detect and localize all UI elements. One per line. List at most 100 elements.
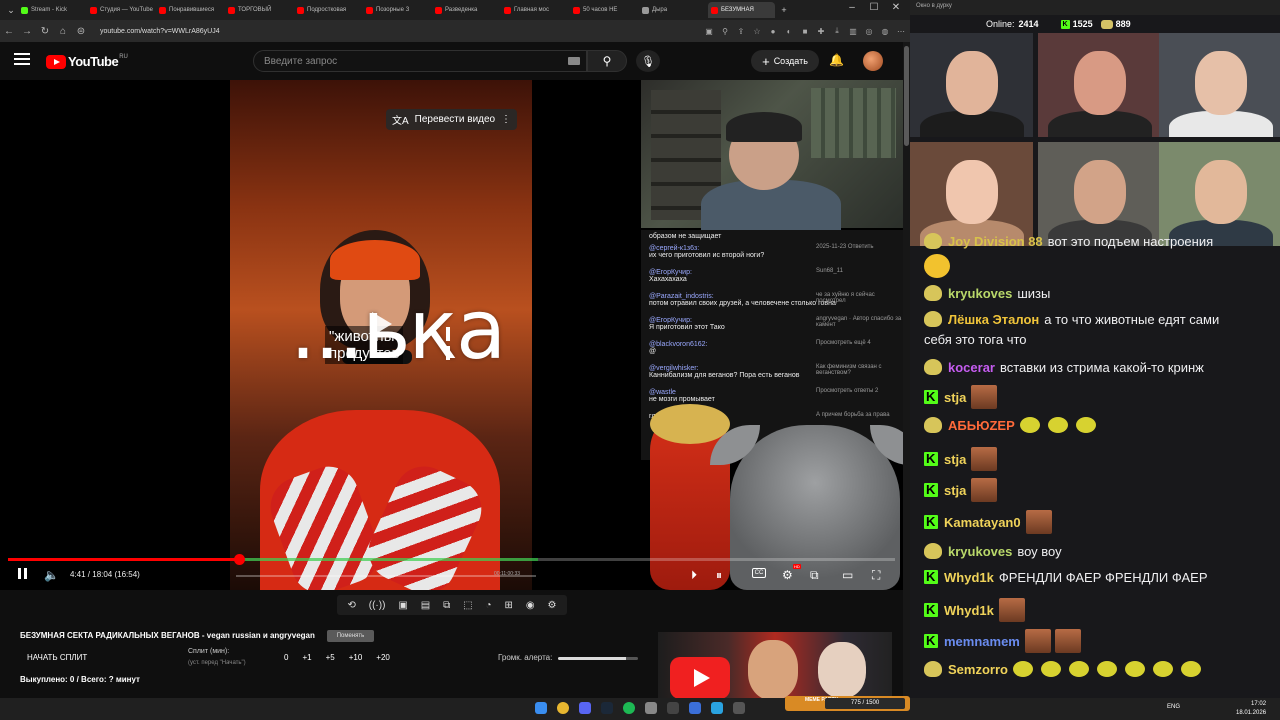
comment-item[interactable]: @blackvoron6162: @ Просмотреть ещё 4 — [641, 338, 903, 362]
chat-message[interactable]: Joy Division 88 вот это подъем настроения — [924, 232, 1213, 252]
clock[interactable]: 17:02 18.01.2026 — [1236, 700, 1266, 718]
home-icon[interactable]: ⌂ — [54, 22, 72, 40]
comment-reply[interactable]: Просмотреть ещё 4 — [816, 340, 903, 346]
browser-tab[interactable]: Подростковая — [294, 2, 361, 18]
chat-username[interactable]: stja — [944, 390, 966, 405]
comment-reply[interactable]: Sun68_11 — [816, 268, 903, 274]
spotify-icon[interactable] — [623, 702, 635, 714]
split-value-plus20[interactable]: +20 — [376, 653, 390, 662]
chat-message[interactable]: stja — [924, 385, 1001, 409]
sidebar-icon[interactable]: ▥ — [846, 24, 860, 38]
close-icon[interactable]: ✕ — [886, 2, 906, 13]
chat-username[interactable]: kocerar — [948, 360, 995, 375]
app-icon[interactable] — [689, 702, 701, 714]
chat-message[interactable]: stja — [924, 447, 1001, 471]
hamburger-menu-icon[interactable] — [14, 53, 30, 67]
search-input[interactable]: Введите запрос — [253, 50, 587, 72]
more-options-icon[interactable]: ⋮ — [501, 114, 511, 125]
comment-item[interactable]: образом не защищает — [641, 230, 903, 242]
forward-icon[interactable]: → — [18, 22, 36, 40]
puzzle-icon[interactable]: ✚ — [814, 24, 828, 38]
chat-username[interactable]: Joy Division 88 — [948, 234, 1043, 249]
chat-username[interactable]: АБЬЮZEP — [948, 418, 1015, 433]
comment-reply[interactable]: Просмотреть ответы 2 — [816, 388, 903, 394]
keyboard-icon[interactable] — [568, 57, 580, 65]
discord-icon[interactable] — [579, 702, 591, 714]
tab-search-icon[interactable]: ⌄ — [4, 3, 18, 17]
pause-button[interactable] — [18, 568, 30, 582]
volume-icon[interactable]: 🔈 — [44, 568, 59, 582]
split-value-plus10[interactable]: +10 — [349, 653, 363, 662]
split-value-plus5[interactable]: +5 — [326, 653, 335, 662]
browser-tab[interactable]: Студия — YouTube — [87, 2, 154, 18]
mini-seek-bar[interactable] — [236, 575, 536, 577]
browser-tab[interactable]: ТОРГОВЫЙ — [225, 2, 292, 18]
reload-icon[interactable]: ↻ — [36, 22, 54, 40]
chat-message[interactable]: memnamem — [924, 629, 1085, 653]
voice-search-button[interactable]: 🎙 — [636, 50, 660, 72]
pip-icon[interactable]: ⧉ — [443, 600, 450, 611]
notifications-bell-icon[interactable]: 🔔 — [829, 53, 844, 67]
extension-icon[interactable]: ◐ — [782, 24, 796, 38]
comment-item[interactable]: @ЕгорКучир: Хахахахаха Sun68_11 — [641, 266, 903, 290]
comment-item[interactable]: @сергей-к1з6з: их чего приготовил ис втор… — [641, 242, 903, 266]
chat-username[interactable]: kryukoves — [948, 544, 1012, 559]
comment-item[interactable]: @Parazait_indostris: потом отравил своих … — [641, 290, 903, 314]
center-pause-icon[interactable] — [446, 327, 458, 360]
audio-icon[interactable]: ((·)) — [369, 600, 386, 611]
youtube-logo[interactable]: YouTube RU — [46, 54, 128, 69]
theater-mode-icon[interactable]: ▭ — [842, 568, 853, 582]
minimize-icon[interactable]: – — [842, 2, 862, 13]
steam-icon[interactable] — [601, 702, 613, 714]
site-info-icon[interactable]: ⊜ — [72, 22, 90, 40]
video-player[interactable]: 文A Перевести видео ⋮ "животны продуктов … — [0, 80, 903, 590]
download-icon[interactable]: ⤓ — [830, 24, 844, 38]
chat-username[interactable]: Whyd1k — [944, 603, 994, 618]
progress-bar[interactable] — [8, 554, 895, 565]
chat-message[interactable]: себя это тога что — [924, 330, 1027, 350]
chat-username[interactable]: memnamem — [944, 634, 1020, 649]
center-play-icon[interactable] — [372, 312, 392, 336]
add-frame-icon[interactable]: ⊞ — [505, 600, 513, 611]
app-icon[interactable] — [667, 702, 679, 714]
chat-username[interactable]: Whyd1k — [944, 570, 994, 585]
chat-message[interactable]: kryukoves шизы — [924, 284, 1050, 304]
extension-icon[interactable]: ■ — [798, 24, 812, 38]
browser-tab[interactable]: Понравившиеся — [156, 2, 223, 18]
maximize-icon[interactable]: ☐ — [864, 2, 884, 13]
comment-reply[interactable]: angryvegan · Автор спасибо за камент — [816, 316, 903, 328]
profile-icon[interactable]: ◍ — [878, 24, 892, 38]
chat-message[interactable]: Semzorro — [924, 660, 1209, 680]
comment-reply[interactable]: 2025-11-23 Ответить — [816, 244, 903, 250]
split-value-plus1[interactable]: +1 — [302, 653, 311, 662]
chat-message[interactable]: Kamatayan0 — [924, 510, 1056, 534]
chat-message[interactable]: kryukoves воу воу — [924, 542, 1062, 562]
settings-gear-icon[interactable]: ⚙ — [782, 568, 793, 582]
chat-message[interactable]: Whyd1k ФРЕНДЛИ ФАЕР ФРЕНДЛИ ФАЕР — [924, 567, 1208, 588]
create-button[interactable]: + Создать — [751, 50, 819, 72]
start-icon[interactable] — [535, 702, 547, 714]
film-icon[interactable]: ▤ — [421, 600, 430, 611]
browser-tab[interactable]: Разведенка — [432, 2, 499, 18]
telegram-icon[interactable] — [711, 702, 723, 714]
obs-icon[interactable] — [645, 702, 657, 714]
copilot-icon[interactable]: ◎ — [862, 24, 876, 38]
share-icon[interactable]: ⇪ — [734, 24, 748, 38]
chat-username[interactable]: Kamatayan0 — [944, 515, 1021, 530]
browser-tab[interactable]: Stream - Kick — [18, 2, 85, 18]
install-icon[interactable]: ▣ — [702, 24, 716, 38]
browser-tab[interactable]: Позорные З — [363, 2, 430, 18]
screen-icon[interactable]: ▣ — [398, 600, 407, 611]
language-indicator[interactable]: ENG — [1167, 704, 1180, 710]
comment-item[interactable]: @vergilwhisker: Каннибализм для веганов? … — [641, 362, 903, 386]
browser-tab[interactable]: Главная мос — [501, 2, 568, 18]
chrome-icon[interactable] — [557, 702, 569, 714]
avatar[interactable] — [863, 51, 883, 71]
stream-thumbnail[interactable] — [658, 632, 892, 698]
app-icon[interactable] — [733, 702, 745, 714]
extension-icon[interactable]: ● — [766, 24, 780, 38]
comment-reply[interactable]: А причем борьба за права — [816, 412, 903, 418]
comment-item[interactable]: @ЕгорКучир: Я приготовил этот Тако angryve… — [641, 314, 903, 338]
split-value-0[interactable]: 0 — [284, 653, 288, 662]
chat-username[interactable]: Semzorro — [948, 662, 1008, 677]
